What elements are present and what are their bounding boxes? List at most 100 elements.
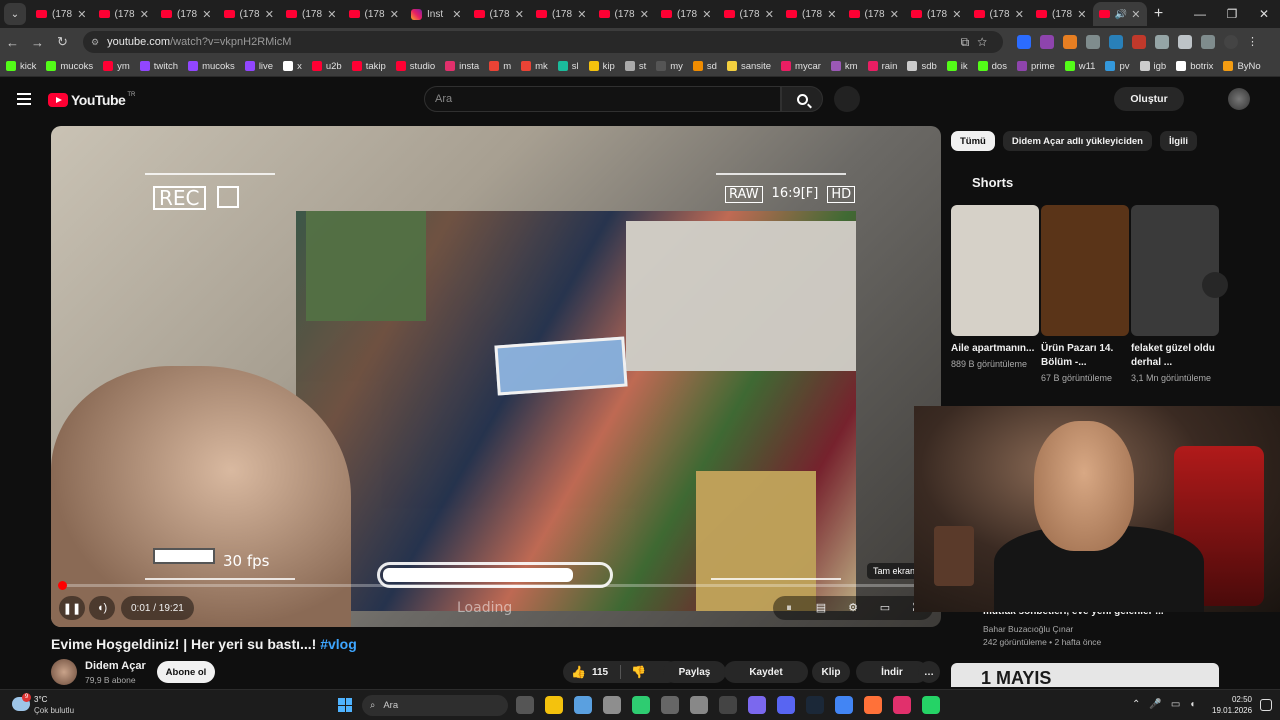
app-icon[interactable] [661, 696, 679, 714]
tab-close-icon[interactable]: ✕ [265, 8, 274, 21]
site-info-icon[interactable]: ⚙ [91, 37, 99, 48]
tab-close-icon[interactable]: ✕ [827, 8, 836, 21]
short-thumbnail[interactable] [1041, 205, 1129, 336]
thumbs-down-icon[interactable]: 👎 [631, 665, 646, 679]
extensions-puzzle-icon[interactable] [1178, 35, 1192, 49]
bookmark-item[interactable]: sl [557, 61, 579, 72]
browser-tab[interactable]: (178 ✕ [968, 2, 1031, 26]
browser-tab[interactable]: (178 ✕ [593, 2, 656, 26]
bookmark-item[interactable]: u2b [311, 61, 342, 72]
extension-icon[interactable] [1063, 35, 1077, 49]
extension-icon[interactable] [1109, 35, 1123, 49]
browser-tab[interactable]: (178 ✕ [718, 2, 781, 26]
tab-close-icon[interactable]: ✕ [515, 8, 524, 21]
theater-mode-icon[interactable]: ▭ [869, 596, 901, 620]
browser-tab[interactable]: (178 ✕ [780, 2, 843, 26]
account-avatar[interactable] [1228, 88, 1250, 110]
app-icon[interactable] [690, 696, 708, 714]
bookmark-star-icon[interactable]: ⧉☆ [961, 35, 995, 50]
new-tab-button[interactable]: + [1147, 5, 1171, 23]
tab-close-icon[interactable]: ✕ [952, 8, 961, 21]
notification-icon[interactable] [1260, 699, 1272, 711]
browser-tab[interactable]: Inst ✕ [405, 2, 468, 26]
browser-tab[interactable]: (178 ✕ [30, 2, 93, 26]
video-player[interactable]: REC RAW 16:9[F] HD 30 fps Loading Tam ek… [51, 126, 941, 627]
bookmark-item[interactable]: insta [445, 61, 479, 72]
bookmark-item[interactable]: botrix [1176, 61, 1213, 72]
bookmark-item[interactable]: prime [1016, 61, 1055, 72]
instagram-icon[interactable] [893, 696, 911, 714]
bookmark-item[interactable]: mucoks [46, 61, 93, 72]
bookmark-item[interactable]: my [656, 61, 683, 72]
chrome-icon[interactable] [835, 696, 853, 714]
short-thumbnail[interactable] [1131, 205, 1219, 336]
whatsapp-icon[interactable] [922, 696, 940, 714]
short-title[interactable]: Ürün Pazarı 14. Bölüm -... [1041, 342, 1129, 370]
recommended-video-thumbnail[interactable]: 1 MAYIS [951, 663, 1219, 687]
bookmark-item[interactable]: studio [395, 61, 435, 72]
tab-close-icon[interactable]: ✕ [390, 8, 399, 21]
bookmark-item[interactable]: km [830, 61, 858, 72]
search-input[interactable]: Ara [424, 86, 781, 112]
bookmark-item[interactable]: kick [6, 61, 36, 72]
short-thumbnail[interactable] [951, 205, 1039, 336]
bookmark-item[interactable]: x [283, 61, 302, 72]
tab-close-icon[interactable]: ✕ [577, 8, 586, 21]
taskbar-search-input[interactable]: ⌕ Ara [362, 695, 508, 716]
taskbar-clock[interactable]: 02:50 19.01.2026 [1212, 694, 1252, 716]
file-explorer-icon[interactable] [545, 696, 563, 714]
app-icon[interactable] [748, 696, 766, 714]
bookmark-item[interactable]: m [489, 61, 511, 72]
weather-temperature[interactable]: 3°C [34, 695, 47, 704]
bookmark-item[interactable]: kip [588, 61, 615, 72]
tab-close-icon[interactable]: ✕ [452, 8, 461, 21]
browser-tab[interactable]: (178 ✕ [655, 2, 718, 26]
browser-tab[interactable]: (178 ✕ [93, 2, 156, 26]
subtitles-icon[interactable]: ▤ [805, 596, 837, 620]
app-icon[interactable] [719, 696, 737, 714]
reading-list-icon[interactable] [1201, 35, 1215, 49]
tab-close-icon[interactable]: ✕ [640, 8, 649, 21]
bookmark-item[interactable]: dos [977, 61, 1007, 72]
youtube-logo[interactable]: YouTube TR [48, 92, 135, 108]
store-icon[interactable] [574, 696, 592, 714]
minimize-icon[interactable]: — [1184, 7, 1216, 21]
bookmark-item[interactable]: igb [1139, 61, 1166, 72]
task-view-icon[interactable] [516, 696, 534, 714]
address-bar[interactable]: ⚙ youtube.com /watch?v=vkpnH2RMicM ⧉☆ [83, 31, 1003, 53]
bookmark-item[interactable]: mycar [781, 61, 821, 72]
short-card[interactable]: Aile apartmanın... 889 B görüntüleme [951, 205, 1039, 370]
filter-chip[interactable]: Tümü [951, 131, 995, 151]
settings-gear-icon[interactable]: ⚙ [837, 596, 869, 620]
shorts-next-button[interactable] [1202, 272, 1228, 298]
short-title[interactable]: Aile apartmanın... [951, 342, 1039, 356]
browser-tab[interactable]: (178 ✕ [343, 2, 406, 26]
short-card[interactable]: Ürün Pazarı 14. Bölüm -... 67 B görüntüle… [1041, 205, 1129, 384]
video-progress-bar[interactable] [57, 581, 933, 590]
windows-start-icon[interactable] [338, 698, 352, 712]
close-icon[interactable]: ✕ [1248, 7, 1280, 21]
firefox-icon[interactable] [864, 696, 882, 714]
app-icon[interactable] [632, 696, 650, 714]
menu-kebab-icon[interactable]: ⋮ [1247, 35, 1261, 49]
channel-avatar[interactable] [51, 659, 77, 685]
tab-close-icon[interactable]: ✕ [702, 8, 711, 21]
tab-close-icon[interactable]: ✕ [1077, 8, 1086, 21]
tab-close-icon[interactable]: ✕ [140, 8, 149, 21]
bookmark-item[interactable]: rain [867, 61, 897, 72]
browser-tab[interactable]: (178 ✕ [468, 2, 531, 26]
more-actions-button[interactable]: … [918, 661, 940, 683]
bookmark-item[interactable]: ik [946, 61, 968, 72]
browser-tab[interactable]: (178 ✕ [280, 2, 343, 26]
tab-close-icon[interactable]: ✕ [890, 8, 899, 21]
forward-arrow-icon[interactable]: → [25, 35, 50, 50]
weather-condition[interactable]: Çok bulutlu [34, 706, 74, 715]
browser-tab[interactable]: (178 ✕ [155, 2, 218, 26]
extension-icon[interactable] [1040, 35, 1054, 49]
extension-icon[interactable] [1017, 35, 1031, 49]
bookmark-item[interactable]: st [624, 61, 646, 72]
hamburger-menu-icon[interactable] [17, 93, 31, 105]
bookmark-item[interactable]: live [244, 61, 273, 72]
browser-tab[interactable]: (178 ✕ [218, 2, 281, 26]
voice-search-button[interactable] [834, 86, 860, 112]
